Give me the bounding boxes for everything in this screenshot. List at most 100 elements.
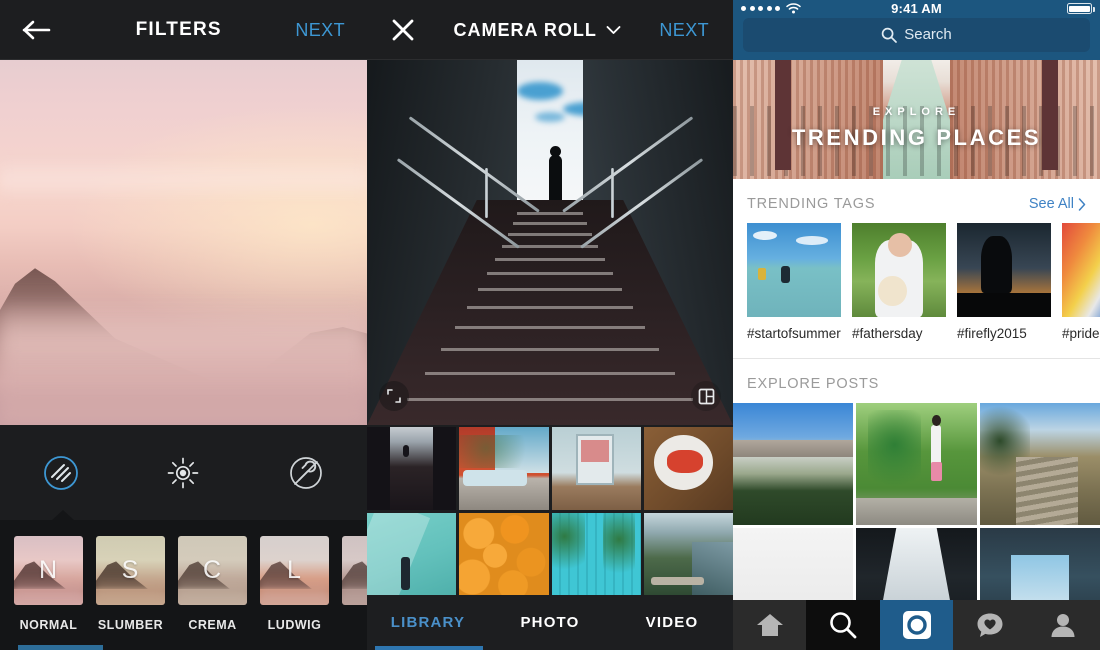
preview-person-silhouette — [549, 146, 562, 207]
camera-roll-grid[interactable] — [367, 425, 733, 595]
filters-nav-bar: FILTERS NEXT — [0, 0, 367, 60]
trending-tag-item[interactable]: #pride — [1062, 223, 1100, 341]
chevron-right-icon — [1078, 197, 1086, 211]
edit-wrench-tool-button[interactable] — [282, 449, 330, 497]
section-title: EXPLORE POSTS — [747, 376, 880, 392]
selected-photo-preview[interactable] — [367, 60, 733, 425]
filter-thumb[interactable] — [342, 536, 367, 605]
instagram-tab-bar[interactable] — [733, 600, 1100, 650]
back-arrow-icon[interactable] — [22, 19, 62, 41]
banner-title: TRENDING PLACES — [791, 124, 1042, 150]
filter-preview-photo[interactable] — [0, 60, 367, 425]
explore-post[interactable] — [856, 403, 977, 525]
banner-eyebrow: EXPLORE — [872, 105, 961, 118]
grid-thumbnail[interactable] — [643, 512, 733, 595]
trending-tag-item[interactable]: #fathersday — [852, 223, 946, 341]
tab-video[interactable]: VIDEO — [611, 614, 733, 631]
filters-home-indicator-bar — [0, 641, 367, 650]
next-button[interactable]: NEXT — [295, 20, 345, 41]
filter-letter: S — [121, 556, 140, 584]
tag-thumbnail[interactable] — [957, 223, 1051, 318]
active-tab-indicator — [375, 646, 483, 650]
expand-fullscreen-icon[interactable] — [379, 381, 409, 411]
tab-search[interactable] — [806, 600, 880, 650]
source-tab-bar[interactable]: LIBRARY PHOTO VIDEO — [367, 595, 733, 650]
multi-select-layout-icon[interactable] — [691, 381, 721, 411]
banner-text: EXPLORE TRENDING PLACES — [733, 106, 1100, 151]
tag-label: #fathersday — [852, 326, 923, 342]
filter-strip[interactable]: N NORMAL S SLUMBER C CREMA L LUDWIG — [0, 520, 367, 641]
search-placeholder: Search — [904, 26, 952, 44]
camera-capture-icon — [902, 610, 932, 640]
search-bar-container: Search — [733, 17, 1100, 60]
grid-thumbnail[interactable] — [551, 512, 641, 595]
filter-name: NORMAL — [19, 618, 78, 632]
close-x-icon[interactable] — [391, 18, 415, 42]
filter-list: N NORMAL S SLUMBER C CREMA L LUDWIG — [0, 536, 367, 632]
heart-speech-bubble-icon — [976, 612, 1004, 638]
trending-tag-item[interactable]: #startofsummer — [747, 223, 841, 341]
active-tool-caret — [52, 510, 74, 520]
ios-status-bar: 9:41 AM — [733, 0, 1100, 18]
tag-thumbnail[interactable] — [852, 223, 946, 318]
see-all-link[interactable]: See All — [1029, 196, 1086, 212]
trending-tags-row[interactable]: #startofsummer #fathersday #firefly2015 — [733, 223, 1100, 341]
filter-letter: C — [202, 556, 223, 584]
selected-filter-indicator — [18, 645, 103, 650]
see-all-label: See All — [1028, 196, 1074, 213]
tag-thumbnail[interactable] — [1062, 223, 1100, 318]
three-panel-screenshot: FILTERS NEXT N NORMAL S SLUMBER C CREMA … — [0, 0, 1100, 650]
tab-library[interactable]: LIBRARY — [367, 614, 489, 631]
filter-thumb[interactable]: L — [260, 536, 329, 605]
brightness-sun-tool-button[interactable] — [159, 449, 207, 497]
grid-thumbnail[interactable] — [367, 427, 457, 510]
explore-screen: 9:41 AM Search EXPLORE TRENDING PLACES T… — [733, 0, 1100, 650]
person-profile-icon — [1050, 612, 1076, 638]
grid-thumbnail[interactable] — [551, 427, 641, 510]
search-input[interactable]: Search — [743, 17, 1090, 52]
grid-thumbnail[interactable] — [459, 512, 549, 595]
album-title: CAMERA ROLL — [453, 19, 597, 40]
grid-thumbnail[interactable] — [459, 427, 549, 510]
tab-profile[interactable] — [1026, 600, 1100, 650]
filter-name: LUDWIG — [267, 618, 322, 632]
tag-thumbnail[interactable] — [747, 223, 841, 318]
filter-thumb[interactable]: S — [96, 536, 165, 605]
trending-places-banner[interactable]: EXPLORE TRENDING PLACES — [733, 59, 1100, 180]
filter-letter: N — [38, 556, 59, 584]
tab-photo[interactable]: PHOTO — [489, 614, 611, 631]
home-icon — [756, 612, 784, 638]
tag-label: #startofsummer — [747, 326, 841, 342]
tab-home[interactable] — [733, 600, 807, 650]
search-icon — [881, 27, 898, 43]
filter-item-slumber[interactable]: S SLUMBER — [96, 536, 165, 632]
tab-activity[interactable] — [953, 600, 1027, 650]
chevron-down-icon — [606, 25, 621, 35]
camera-roll-screen: CAMERA ROLL NEXT LIBRARY PHOTO VIDEO — [367, 0, 733, 650]
trending-tags-header: TRENDING TAGS See All — [733, 179, 1100, 223]
filter-thumb[interactable]: C — [178, 536, 247, 605]
page-title: FILTERS — [135, 19, 222, 40]
grid-thumbnail[interactable] — [367, 512, 457, 595]
filter-tool-button[interactable] — [37, 449, 85, 497]
search-magnifier-icon — [829, 611, 857, 639]
filters-screen: FILTERS NEXT N NORMAL S SLUMBER C CREMA … — [0, 0, 367, 650]
explore-post[interactable] — [979, 403, 1100, 525]
next-button[interactable]: NEXT — [659, 20, 709, 41]
filter-thumb[interactable]: N — [14, 536, 83, 605]
status-clock: 9:41 AM — [891, 1, 942, 17]
filter-item-ludwig[interactable]: L LUDWIG — [260, 536, 329, 632]
tag-label: #pride — [1062, 326, 1100, 342]
trending-tag-item[interactable]: #firefly2015 — [957, 223, 1051, 341]
filter-item-crema[interactable]: C CREMA — [178, 536, 247, 632]
filter-item-normal[interactable]: N NORMAL — [14, 536, 83, 632]
filter-item-aden[interactable]: A — [342, 536, 367, 632]
tag-label: #firefly2015 — [957, 326, 1027, 342]
album-selector[interactable]: CAMERA ROLL — [454, 20, 621, 41]
explore-post[interactable] — [733, 403, 854, 525]
tab-camera[interactable] — [879, 600, 954, 650]
edit-tools-bar — [0, 425, 367, 520]
filter-name: CREMA — [188, 618, 237, 632]
battery-full-icon — [1067, 3, 1095, 15]
grid-thumbnail[interactable] — [643, 427, 733, 510]
